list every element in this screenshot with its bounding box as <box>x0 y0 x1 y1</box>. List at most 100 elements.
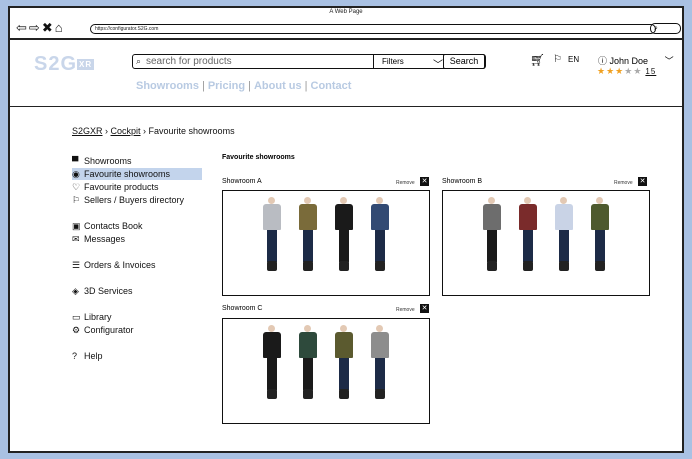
sidebar-item-label: Messages <box>84 234 126 244</box>
cube-icon: ◈ <box>72 286 79 296</box>
sidebar-item-label: Sellers / Buyers directory <box>84 195 185 205</box>
browser-window: A Web Page ⇦⇨✖⌂ https://configurator.S2G… <box>8 6 684 453</box>
outfit-figure <box>589 197 611 275</box>
search-bar: ⌕ search for products Filters ﹀ Search <box>132 54 486 71</box>
rating-count[interactable]: 15 <box>645 67 656 76</box>
breadcrumb-root[interactable]: S2GXR <box>72 126 103 136</box>
browser-search-field[interactable]: ⌕ <box>650 23 681 34</box>
sidebar-item-3d-services[interactable]: ◈ 3D Services <box>72 285 202 297</box>
help-icon: ? <box>72 351 78 361</box>
search-button[interactable]: Search <box>443 54 485 69</box>
showroom-name[interactable]: Showroom C <box>222 305 262 312</box>
remove-label: Remove <box>614 180 633 186</box>
flag-icon[interactable]: ⚐ <box>553 54 562 66</box>
search-input[interactable]: search for products <box>146 56 232 67</box>
sidebar-item-label: Favourite showrooms <box>84 169 171 179</box>
language-selector[interactable]: EN <box>568 55 579 64</box>
sidebar-item-orders-invoices[interactable]: ☰ Orders & Invoices <box>72 259 202 271</box>
gear-icon: ⚙ <box>72 325 81 335</box>
breadcrumb-current: Favourite showrooms <box>148 126 235 136</box>
sidebar-item-contacts-book[interactable]: ▣ Contacts Book <box>72 220 202 232</box>
cart-icon[interactable]: 🛒︎ <box>530 54 545 66</box>
remove-label: Remove <box>396 307 415 313</box>
sidebar-item-library[interactable]: ▭ Library <box>72 311 202 323</box>
outfit-figure <box>261 197 283 275</box>
outfit-figure <box>553 197 575 275</box>
store-icon: ▀ <box>72 156 79 166</box>
outfit-figure <box>333 325 355 403</box>
sidebar-item-showrooms[interactable]: ▀ Showrooms <box>72 155 202 167</box>
search-icon: ⌕ <box>654 25 658 32</box>
user-rating: ★★★★★ 15 <box>597 66 656 77</box>
logo-text: S2G <box>34 53 78 75</box>
outfit-figure <box>369 197 391 275</box>
showroom-b-header: Showroom B Remove ✕ <box>442 177 650 186</box>
forward-icon[interactable]: ⇨ <box>29 20 42 35</box>
star-icon: ★ <box>624 66 634 76</box>
back-icon[interactable]: ⇦ <box>16 20 29 35</box>
showroom-c-header: Showroom C Remove ✕ <box>222 304 430 313</box>
outfit-figure <box>297 197 319 275</box>
sidebar-item-label: 3D Services <box>84 286 133 296</box>
breadcrumb: S2GXR › Cockpit › Favourite showrooms <box>72 126 235 136</box>
outfit-figure <box>517 197 539 275</box>
outfit-figure <box>297 325 319 403</box>
sidebar-item-label: Showrooms <box>84 156 132 166</box>
site-logo[interactable]: S2G XR <box>34 53 95 75</box>
header-divider <box>10 106 682 107</box>
remove-button[interactable]: ✕ <box>420 177 429 186</box>
showroom-name[interactable]: Showroom A <box>222 178 262 185</box>
outfit-gallery <box>443 197 649 291</box>
sidebar-item-label: Contacts Book <box>84 221 143 231</box>
sidebar-item-help[interactable]: ? Help <box>72 350 202 362</box>
nav-showrooms[interactable]: Showrooms <box>136 80 199 92</box>
sidebar-item-configurator[interactable]: ⚙ Configurator <box>72 324 202 336</box>
sidebar-item-label: Favourite products <box>84 182 159 192</box>
mail-icon: ✉ <box>72 234 80 244</box>
nav-contact[interactable]: Contact <box>311 80 352 92</box>
contact-card-icon: ▣ <box>72 221 81 231</box>
folder-icon: ▭ <box>72 312 81 322</box>
heart-outline-icon: ♡ <box>72 182 81 192</box>
invoice-icon: ☰ <box>72 260 81 270</box>
main-nav: Showrooms | Pricing | About us | Contact <box>136 80 351 92</box>
rating-stars: ★★★★★ <box>597 66 642 76</box>
showroom-name[interactable]: Showroom B <box>442 178 482 185</box>
nav-divider: | <box>201 80 205 92</box>
showroom-b-card[interactable] <box>442 190 650 296</box>
outfit-gallery <box>223 197 429 291</box>
chevron-down-icon[interactable]: ﹀ <box>665 56 674 66</box>
sidebar-item-label: Orders & Invoices <box>84 260 156 270</box>
nav-pricing[interactable]: Pricing <box>208 80 245 92</box>
bookmark-icon: ⚐ <box>72 195 81 205</box>
toolbar-divider <box>10 38 682 40</box>
filters-dropdown[interactable]: Filters <box>373 55 442 68</box>
breadcrumb-cockpit[interactable]: Cockpit <box>111 126 141 136</box>
outfit-figure <box>333 197 355 275</box>
chevron-down-icon[interactable]: ﹀ <box>433 56 443 71</box>
home-icon[interactable]: ⌂ <box>55 20 65 35</box>
sidebar-item-favourite-products[interactable]: ♡ Favourite products <box>72 181 202 193</box>
sidebar-item-messages[interactable]: ✉ Messages <box>72 233 202 245</box>
outfit-figure <box>261 325 283 403</box>
nav-divider: | <box>304 80 308 92</box>
showroom-a-card[interactable] <box>222 190 430 296</box>
remove-label: Remove <box>396 180 415 186</box>
sidebar-item-favourite-showrooms[interactable]: ◉ Favourite showrooms <box>72 168 202 180</box>
page-title: Favourite showrooms <box>222 154 295 161</box>
browser-toolbar: ⇦⇨✖⌂ https://configurator.S2G.com ⌕ <box>10 18 682 38</box>
sidebar-item-sellers-buyers-directory[interactable]: ⚐ Sellers / Buyers directory <box>72 194 202 206</box>
showroom-c-card[interactable] <box>222 318 430 424</box>
user-name: John Doe <box>609 56 649 66</box>
outfit-gallery <box>223 325 429 419</box>
close-icon[interactable]: ✖ <box>42 20 55 35</box>
outfit-figure <box>481 197 503 275</box>
remove-button[interactable]: ✕ <box>638 177 647 186</box>
url-bar[interactable]: https://configurator.S2G.com <box>90 24 656 34</box>
sidebar-item-label: Help <box>84 351 103 361</box>
outfit-figure <box>369 325 391 403</box>
sidebar-item-label: Library <box>84 312 112 322</box>
remove-button[interactable]: ✕ <box>420 304 429 313</box>
star-icon: ★ <box>597 66 607 76</box>
nav-about-us[interactable]: About us <box>254 80 302 92</box>
